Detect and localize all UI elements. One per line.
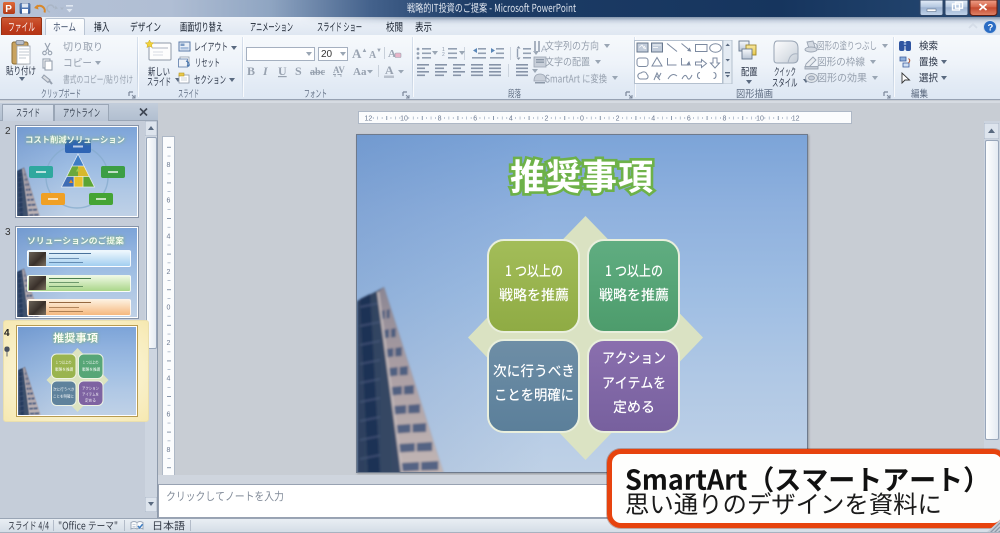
svg-text:6: 6 [687, 116, 691, 123]
svg-text:10: 10 [400, 116, 408, 123]
svg-text:12: 12 [792, 116, 800, 123]
svg-text:AV: AV [333, 65, 345, 75]
svg-text:2: 2 [442, 52, 445, 58]
svg-text:6: 6 [473, 116, 477, 123]
svg-text:0: 0 [580, 116, 584, 123]
svg-text:4: 4 [509, 116, 513, 123]
svg-text:A: A [385, 63, 394, 77]
svg-text:▼: ▼ [376, 48, 382, 54]
svg-text:12: 12 [365, 116, 373, 123]
svg-text:2: 2 [544, 116, 548, 123]
svg-text:10: 10 [756, 116, 764, 123]
svg-text:abc: abc [310, 67, 326, 78]
svg-text:8: 8 [167, 162, 171, 169]
svg-text:S: S [295, 64, 302, 78]
svg-text:U: U [278, 64, 287, 78]
svg-text:2: 2 [167, 340, 171, 347]
svg-text:2: 2 [616, 116, 620, 123]
svg-text:4: 4 [167, 376, 171, 383]
svg-text:0: 0 [167, 305, 171, 312]
svg-text:8: 8 [167, 447, 171, 454]
svg-text:I: I [262, 64, 269, 78]
svg-text:2: 2 [167, 269, 171, 276]
svg-text:6: 6 [167, 411, 171, 418]
svg-text:4: 4 [651, 116, 655, 123]
svg-text:8: 8 [438, 116, 442, 123]
svg-text:?: ? [988, 23, 994, 34]
svg-text:A: A [352, 46, 362, 61]
svg-text:▲: ▲ [362, 48, 368, 54]
svg-text:6: 6 [167, 198, 171, 205]
svg-text:P: P [5, 4, 12, 15]
svg-text:8: 8 [722, 116, 726, 123]
svg-text:4: 4 [167, 233, 171, 240]
svg-text:B: B [247, 64, 255, 78]
svg-text:Aa: Aa [353, 66, 367, 78]
